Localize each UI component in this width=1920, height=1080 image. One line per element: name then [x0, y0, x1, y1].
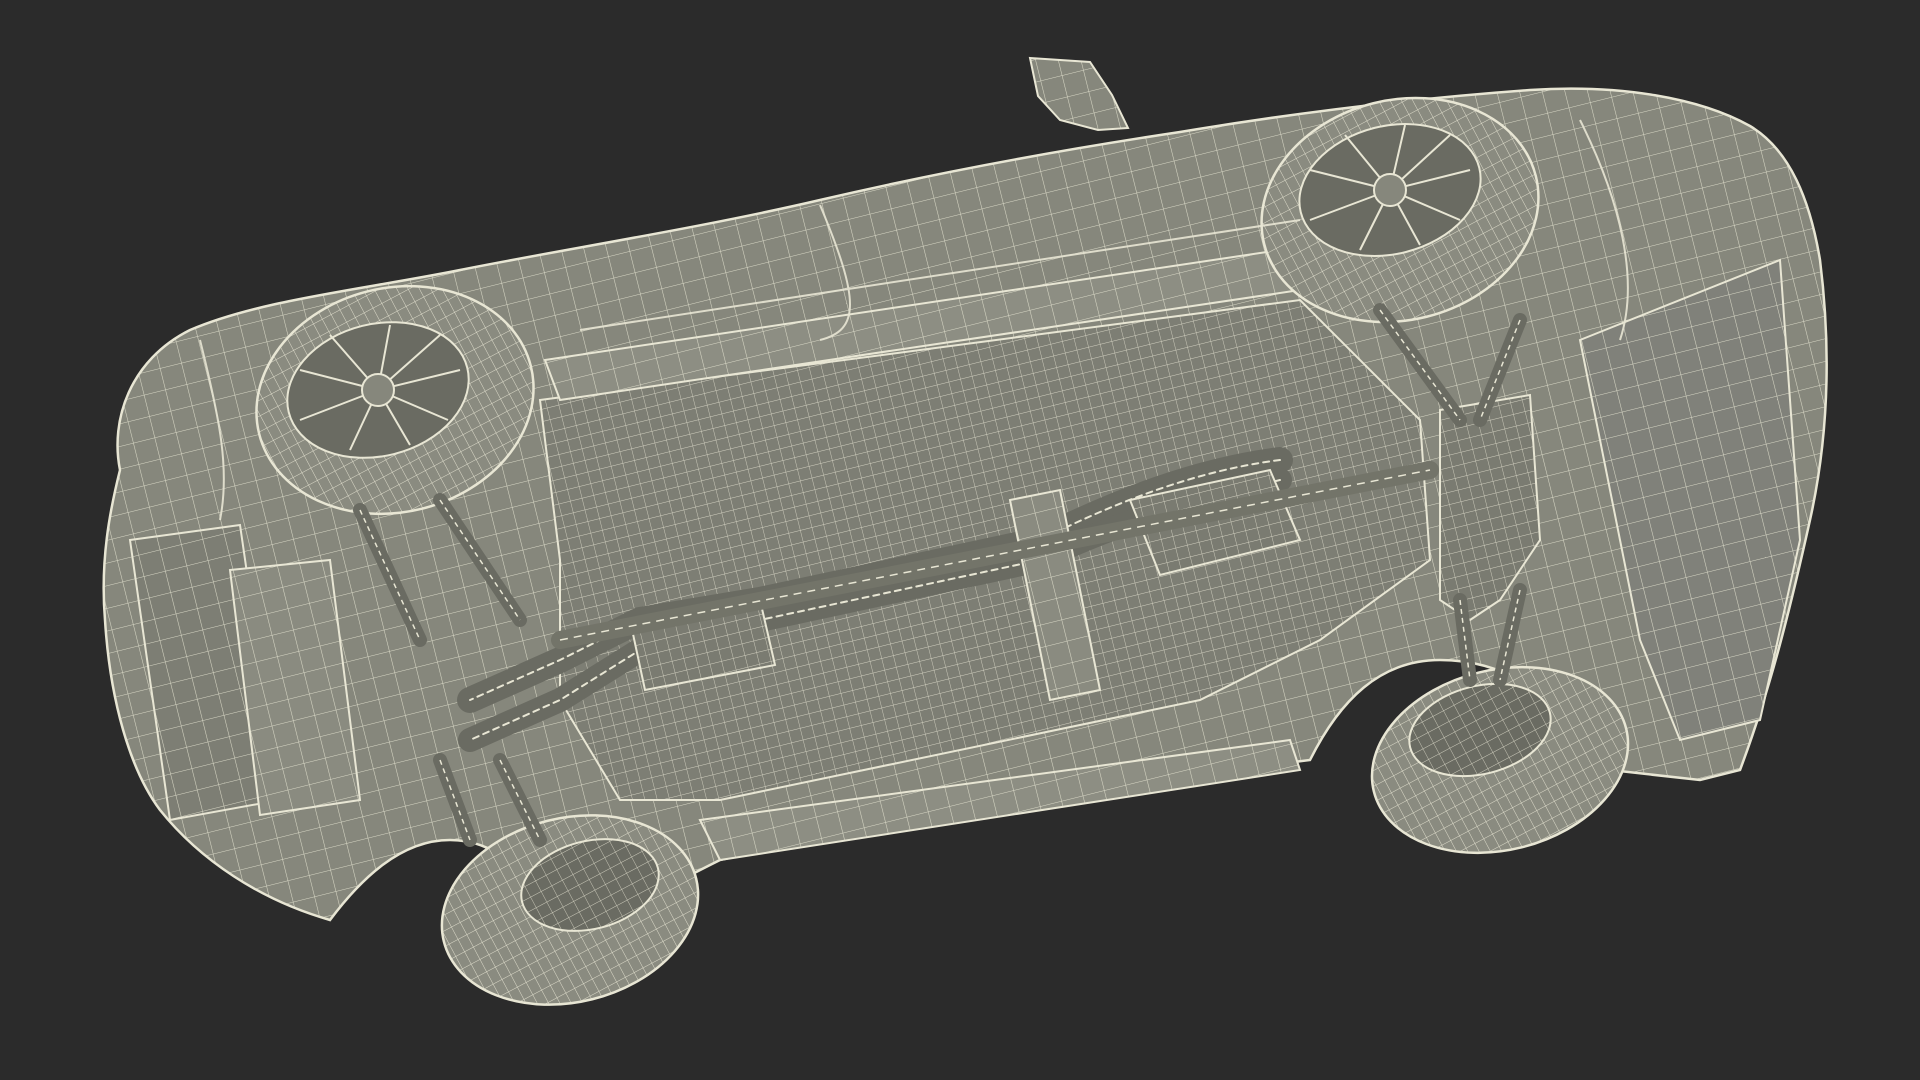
- side-mirror: [1028, 56, 1130, 132]
- car-wireframe-render: [102, 56, 1828, 1006]
- rear-bumper-assembly: [128, 523, 362, 822]
- render-viewport: [0, 0, 1920, 1080]
